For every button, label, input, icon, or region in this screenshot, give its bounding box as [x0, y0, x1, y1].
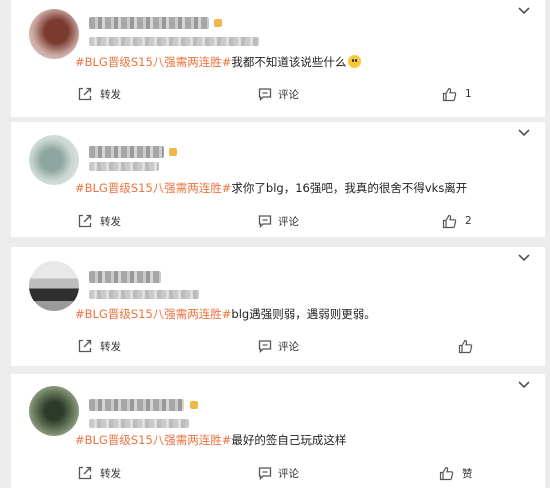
comment-body: 我都不知道该说些什么: [231, 55, 347, 69]
comment-button[interactable]: 评论: [258, 84, 299, 104]
post-meta-blurred: [89, 419, 189, 428]
repost-button[interactable]: 转发: [78, 211, 121, 231]
action-bar: 转发 评论 2: [11, 211, 545, 231]
comment-icon: [258, 467, 272, 480]
thumbs-up-icon: [458, 339, 473, 353]
comment-card: #BLG晋级S15八强需两连胜#求你了blg，16强吧，我真的很舍不得vks离开…: [11, 122, 545, 237]
comment-text: #BLG晋级S15八强需两连胜#最好的签自己玩成这样: [75, 432, 346, 448]
hashtag-link[interactable]: #BLG晋级S15八强需两连胜#: [75, 433, 231, 447]
repost-icon: [78, 339, 92, 353]
like-button[interactable]: [458, 336, 481, 356]
chevron-down-icon[interactable]: [517, 380, 531, 390]
avatar[interactable]: [29, 261, 79, 311]
comment-body: 最好的签自己玩成这样: [231, 433, 347, 447]
comment-card: #BLG晋级S15八强需两连胜#我都不知道该说些什么 转发 评论 1: [11, 0, 545, 117]
hashtag-link[interactable]: #BLG晋级S15八强需两连胜#: [75, 181, 231, 195]
comment-text: #BLG晋级S15八强需两连胜#求你了blg，16强吧，我真的很舍不得vks离开: [75, 180, 467, 196]
repost-button[interactable]: 转发: [78, 84, 121, 104]
like-count: 2: [465, 215, 472, 227]
comment-text: #BLG晋级S15八强需两连胜#blg遇强则弱，遇弱则更弱。: [75, 306, 376, 322]
avatar[interactable]: [29, 135, 79, 185]
comment-feed: #BLG晋级S15八强需两连胜#我都不知道该说些什么 转发 评论 1 #BLG晋…: [0, 0, 550, 488]
comment-text: #BLG晋级S15八强需两连胜#我都不知道该说些什么: [75, 54, 362, 70]
comment-button[interactable]: 评论: [258, 211, 299, 231]
chevron-down-icon[interactable]: [517, 253, 531, 263]
repost-icon: [78, 87, 92, 101]
comment-label: 评论: [278, 88, 299, 101]
chevron-down-icon[interactable]: [517, 128, 531, 138]
comment-icon: [258, 340, 272, 353]
comment-icon: [258, 88, 272, 101]
repost-label: 转发: [100, 467, 121, 480]
avatar[interactable]: [29, 9, 79, 59]
vip-badge-icon: [169, 148, 177, 156]
vip-badge-icon: [190, 401, 198, 409]
username-blurred[interactable]: [89, 271, 161, 283]
like-button[interactable]: 1: [442, 84, 472, 104]
comment-card: #BLG晋级S15八强需两连胜#最好的签自己玩成这样 转发 评论 赞: [11, 374, 545, 488]
comment-card: #BLG晋级S15八强需两连胜#blg遇强则弱，遇弱则更弱。 转发 评论: [11, 247, 545, 366]
comment-label: 评论: [278, 340, 299, 353]
hashtag-link[interactable]: #BLG晋级S15八强需两连胜#: [75, 307, 231, 321]
thumbs-up-icon: [439, 466, 454, 480]
like-button[interactable]: 赞: [439, 463, 473, 483]
vip-badge-icon: [214, 19, 222, 27]
avatar[interactable]: [29, 386, 79, 436]
repost-button[interactable]: 转发: [78, 336, 121, 356]
username-blurred[interactable]: [89, 17, 209, 29]
action-bar: 转发 评论: [11, 336, 545, 356]
comment-button[interactable]: 评论: [258, 336, 299, 356]
repost-label: 转发: [100, 340, 121, 353]
comment-body: 求你了blg，16强吧，我真的很舍不得vks离开: [231, 181, 468, 195]
post-meta-blurred: [89, 290, 199, 299]
thumbs-up-icon: [442, 87, 457, 101]
repost-label: 转发: [100, 215, 121, 228]
comment-icon: [258, 215, 272, 228]
chevron-down-icon[interactable]: [517, 6, 531, 16]
thumbs-up-icon: [442, 214, 457, 228]
like-count: 1: [465, 88, 472, 100]
repost-icon: [78, 214, 92, 228]
action-bar: 转发 评论 赞: [11, 463, 545, 483]
comment-label: 评论: [278, 215, 299, 228]
comment-button[interactable]: 评论: [258, 463, 299, 483]
post-meta-blurred: [89, 37, 259, 46]
username-blurred[interactable]: [89, 399, 184, 411]
comment-label: 评论: [278, 467, 299, 480]
like-button[interactable]: 2: [442, 211, 472, 231]
like-label: 赞: [462, 467, 473, 480]
repost-button[interactable]: 转发: [78, 463, 121, 483]
speechless-emoji-icon: [348, 55, 362, 68]
post-meta-blurred: [89, 162, 159, 171]
comment-body: blg遇强则弱，遇弱则更弱。: [231, 307, 376, 321]
hashtag-link[interactable]: #BLG晋级S15八强需两连胜#: [75, 55, 231, 69]
username-blurred[interactable]: [89, 146, 164, 158]
action-bar: 转发 评论 1: [11, 84, 545, 104]
repost-icon: [78, 466, 92, 480]
repost-label: 转发: [100, 88, 121, 101]
